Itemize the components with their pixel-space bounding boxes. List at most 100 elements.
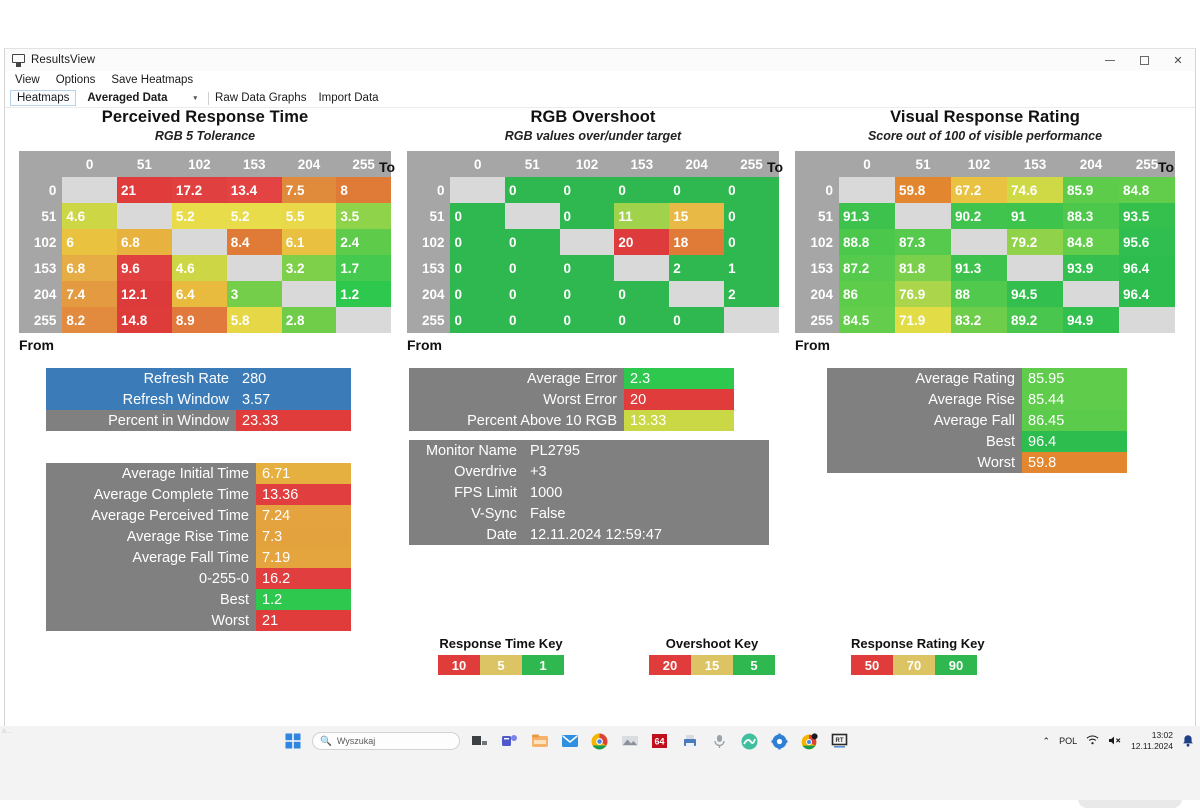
menu-item-options[interactable]: Options [56,74,96,86]
heatmap-row: 000000 [407,177,779,203]
taskbar-clock[interactable]: 13:02 12.11.2024 [1131,730,1173,751]
maximize-button[interactable] [1127,49,1161,71]
chevron-down-icon: ▾ [193,95,198,102]
windows-taskbar: a... 🔍 Wyszukaj 64 RT ⌃ POL 13:02 12.11.… [0,726,1200,800]
heatmap-cell-1-5: 0 [724,203,779,229]
language-indicator[interactable]: POL [1059,736,1077,746]
heatmap-cell-1-4: 5.5 [281,203,337,229]
heatmap-cell-0-0 [839,177,895,203]
minimize-button[interactable] [1093,49,1127,71]
tab-heatmaps[interactable]: Heatmaps [10,90,77,106]
search-input[interactable]: 🔍 Wyszukaj [312,732,460,750]
tab-raw-data-graphs[interactable]: Raw Data Graphs [215,92,306,104]
heatmap-row: 153 6.8 9.6 4.6 3.2 1.7 [19,255,391,281]
heatmap-header-row: 0 51 102 153 204 255 [795,151,1175,177]
stat-label-2: FPS Limit [409,482,524,503]
heatmap-cell-5-5 [336,307,391,333]
panel-rating-stats: Average Rating 85.95 Average Rise 85.44 Aver… [827,368,1127,473]
stat-label-3: V-Sync [409,503,524,524]
heatmap-row: 255 84.5 71.9 83.2 89.2 94.9 [795,307,1175,333]
stat-row: Percent in Window 23.33 [46,410,351,431]
close-button[interactable]: ✕ [1161,49,1195,71]
heatmap-cell-4-1: 0 [504,281,560,307]
heatmap-cell-5-4: 2.8 [281,307,337,333]
heatmap-cell-0-5: 8 [336,177,391,203]
heatmap-header-row: 0 51 102 153 204 255 [19,151,391,177]
heatmap-cell-3-5: 1.7 [336,255,391,281]
heatmap-cell-3-5: 1 [724,255,779,281]
heatmap-cell-1-1 [504,203,560,229]
heatmap-cell-0-1: 59.8 [895,177,951,203]
heatmap-cell-2-1: 6.8 [116,229,172,255]
key-stop-2: 90 [935,655,977,675]
stat-label-1: Refresh Window [46,389,236,410]
teams-icon[interactable] [499,731,520,752]
64-app-icon[interactable]: 64 [649,731,670,752]
heatmap-cell-3-3 [226,255,282,281]
key-stop-1: 70 [893,655,935,675]
column-visual-response-rating: Visual Response Rating Score out of 100 … [795,108,1175,473]
heatmap-cell-3-1: 81.8 [895,255,951,281]
stat-label-1: Average Rise [827,389,1022,410]
stat-label-4: Worst [827,452,1022,473]
search-icon: 🔍 [320,735,332,747]
stat-row: Percent Above 10 RGB 13.33 [409,410,734,431]
menu-item-view[interactable]: View [15,74,40,86]
key-stop-0: 20 [649,655,691,675]
heatmap-cell-1-2: 0 [559,203,615,229]
wifi-icon[interactable] [1086,735,1099,747]
settings-gear-icon[interactable] [769,731,790,752]
panel-refresh-stats: Refresh Rate 280 Refresh Window 3.57 Percent… [46,368,351,431]
heatmap-cell-1-2: 90.2 [951,203,1007,229]
row-header-4: 204 [19,281,63,307]
row-header-4: 204 [795,281,839,307]
heatmap-cell-3-2: 0 [559,255,615,281]
heatmap-cell-2-3: 8.4 [226,229,282,255]
chevron-up-icon[interactable]: ⌃ [1043,736,1051,747]
heatmap-cell-3-4: 3.2 [281,255,337,281]
stat-row: Date 12.11.2024 12:59:47 [409,524,769,545]
heatmap-cell-0-1: 0 [504,177,560,203]
stat-row: Average Complete Time 13.36 [46,484,351,505]
heatmap-cell-2-1: 87.3 [895,229,951,255]
heatmap-cell-4-4 [281,281,337,307]
photos-icon[interactable] [619,731,640,752]
heatmap-cell-1-0: 0 [450,203,505,229]
mic-app-icon[interactable] [709,731,730,752]
bell-icon[interactable] [1182,734,1194,749]
printer-icon[interactable] [679,731,700,752]
heatmap-cell-2-3: 79.2 [1007,229,1063,255]
chrome-icon[interactable] [589,731,610,752]
stat-value-5: 16.2 [256,568,351,589]
heatmap-cell-0-3: 13.4 [226,177,282,203]
tab-import-data[interactable]: Import Data [318,92,378,104]
heatmap-cell-1-5: 3.5 [336,203,391,229]
row-header-0: 0 [19,177,63,203]
heatmap-2-wrap: 0 51 102 153 204 255 0 0 0 0 0 0 51 0 0 11 15 0 102 0 0 20 18 0… [407,151,783,353]
heatmap-row: 51 0 0 11 15 0 [407,203,779,229]
taskview-icon[interactable] [469,731,490,752]
heatmap-cell-0-3: 74.6 [1007,177,1063,203]
heatmap-cell-5-3: 89.2 [1007,307,1063,333]
heatmap-row: 255 0 0 0 0 0 [407,307,779,333]
heatmap-cell-5-4: 94.9 [1063,307,1119,333]
wave-app-icon[interactable] [739,731,760,752]
stat-label-1: Average Complete Time [46,484,256,505]
heatmap-cell-3-4: 2 [669,255,725,281]
heatmap-cell-3-1: 9.6 [116,255,172,281]
chrome-alt-icon[interactable] [799,731,820,752]
averaged-data-dropdown[interactable]: Averaged Data ▾ [82,92,202,104]
windows-start-icon[interactable] [282,731,303,752]
file-explorer-icon[interactable] [529,731,550,752]
heatmap-cell-4-2: 0 [559,281,615,307]
menu-item-save-heatmaps[interactable]: Save Heatmaps [111,74,193,86]
mail-icon[interactable] [559,731,580,752]
col-header-3: 153 [614,151,670,177]
row-header-3: 153 [795,255,839,281]
taskbar-inner: 🔍 Wyszukaj 64 RT ⌃ POL 13:02 12.11.2024 [0,726,1200,756]
stat-label-3: Best [827,431,1022,452]
heatmap-cell-1-1 [895,203,951,229]
resultsview-taskbar-icon[interactable]: RT [829,731,850,752]
volume-muted-icon[interactable] [1108,735,1122,748]
menu-bar: View Options Save Heatmaps [5,71,1195,89]
